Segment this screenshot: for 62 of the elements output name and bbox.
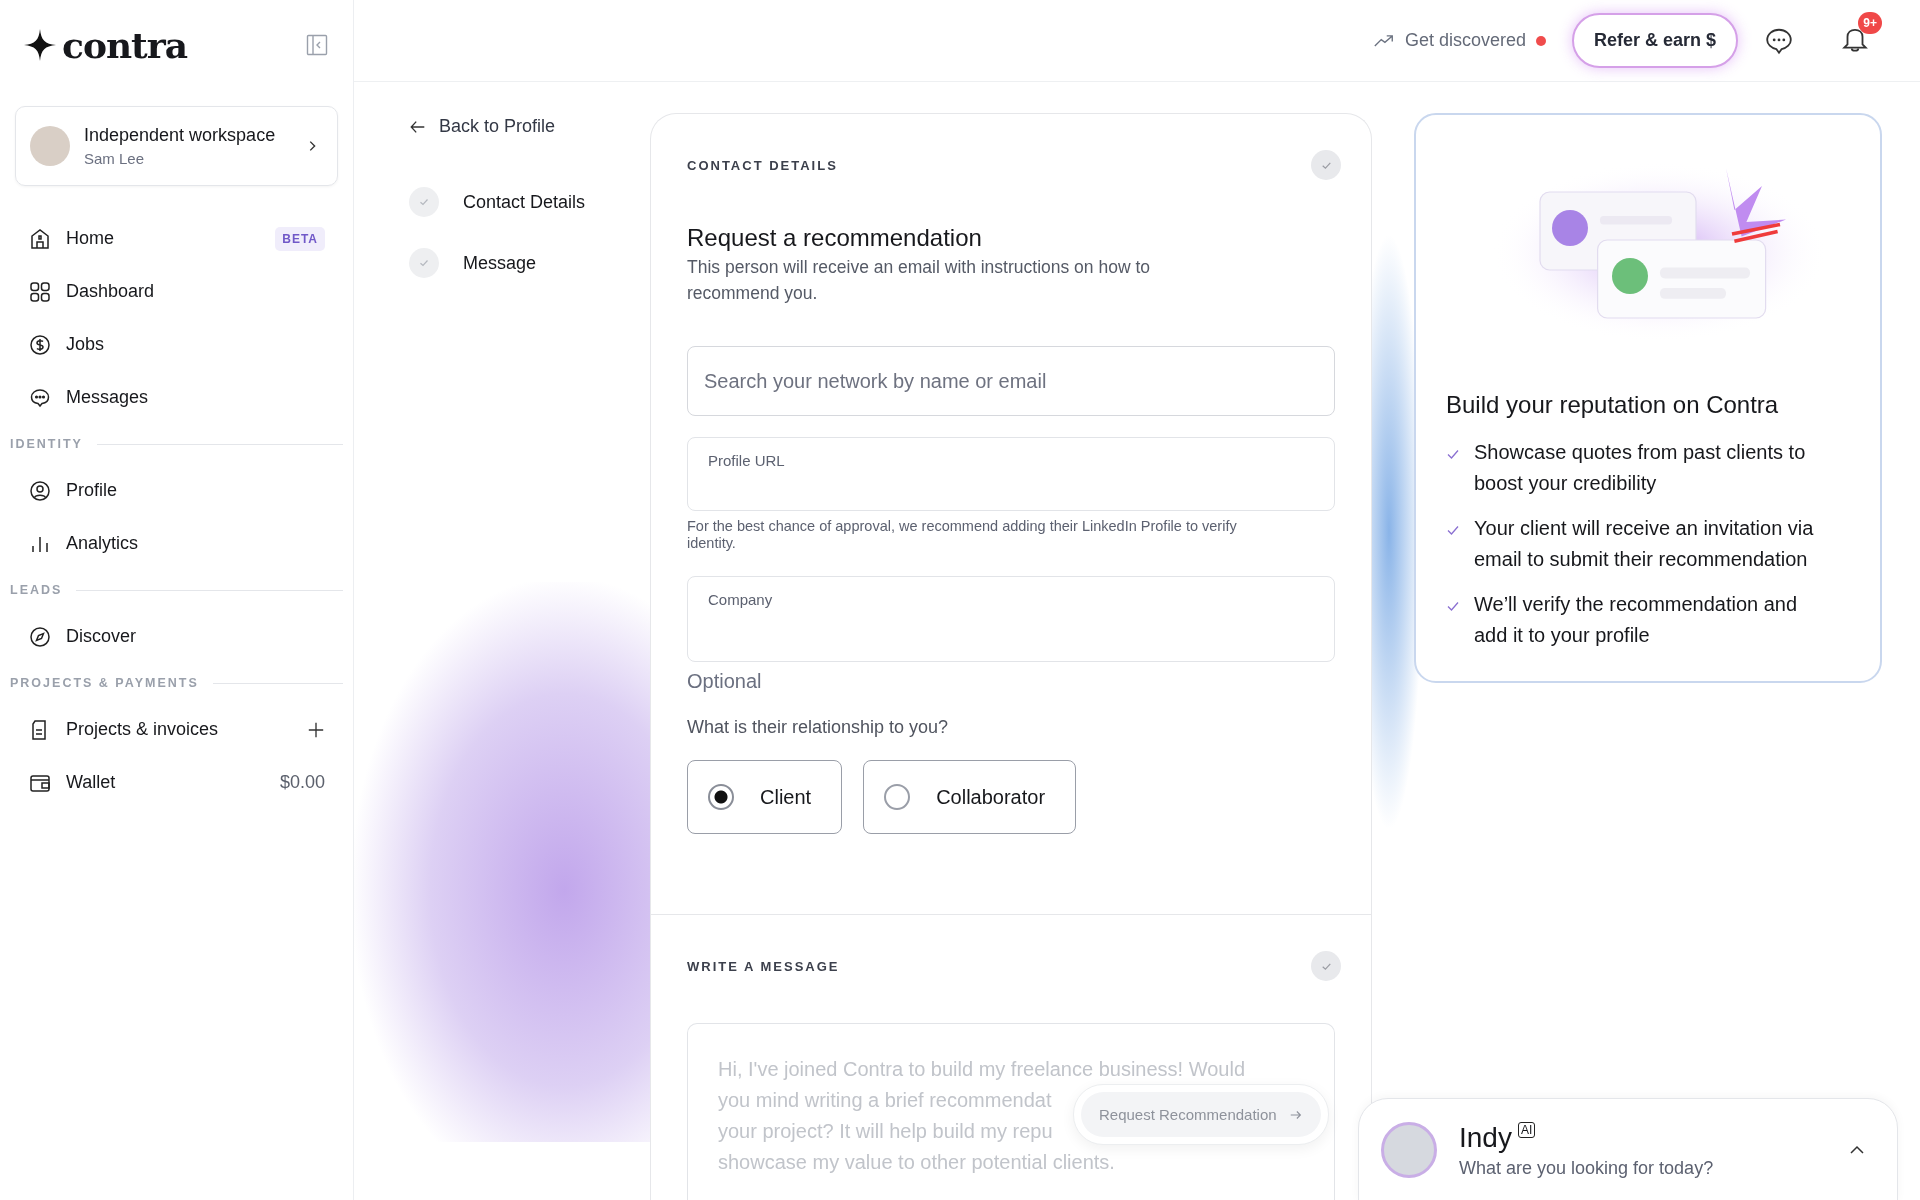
nav-link[interactable]: Messages <box>66 387 325 408</box>
step-link[interactable]: Message <box>463 252 537 274</box>
notification-badge: 9+ <box>1858 11 1882 34</box>
back-label: Back to Profile <box>439 116 556 137</box>
form-title: Request a recommendation <box>687 224 983 252</box>
house-icon <box>28 226 52 251</box>
relationship-question: What is their relationship to you? <box>687 717 950 738</box>
field-hint: For the best chance of approval, we recommend adding their LinkedIn Profile to verify identity. <box>687 518 1238 552</box>
nav-link[interactable]: Discover <box>66 626 325 647</box>
nav-link[interactable]: Projects & invoices <box>66 719 293 740</box>
benefit-text: We’ll verify the recommendation and add it to your profile <box>1474 592 1799 648</box>
workspace-switcher[interactable]: Independent workspace Sam Lee <box>15 106 338 186</box>
add-icon[interactable] <box>307 720 325 739</box>
assistant-prompt: What are you looking for today? <box>1459 1157 1715 1179</box>
section-title: CONTACT DETAILS <box>687 157 838 173</box>
assistant-name: Indy <box>1459 1121 1512 1154</box>
company-field[interactable]: Company <box>687 576 1335 662</box>
section-heading: IDENTITY <box>10 437 83 451</box>
check-icon <box>1446 523 1460 537</box>
refer-and-earn-button[interactable]: Refer & earn $ <box>1571 13 1738 68</box>
nav-link[interactable]: Profile <box>66 480 325 501</box>
step-link[interactable]: Contact Details <box>463 191 586 213</box>
section-heading: LEADS <box>10 583 63 597</box>
person-icon <box>28 478 52 503</box>
assistant-avatar <box>1381 1122 1437 1178</box>
compass-icon <box>28 624 52 649</box>
section-heading: PROJECTS & PAYMENTS <box>10 676 199 690</box>
logo-text: contra <box>62 24 188 66</box>
collapse-sidebar-icon[interactable] <box>305 33 329 57</box>
ai-badge: AI <box>1517 1121 1536 1138</box>
optional-hint: Optional <box>687 670 763 693</box>
contra-logo[interactable]: contra <box>24 24 188 66</box>
benefit-text: Your client will receive an invitation via email to submit their recommendation <box>1474 516 1815 572</box>
nav-link[interactable]: Jobs <box>66 334 325 355</box>
back-link[interactable]: Back to Profile <box>409 116 650 137</box>
radio-option[interactable]: Collaborator <box>863 760 1077 834</box>
sparkle-icon <box>24 29 56 61</box>
profile-url-field[interactable]: Profile URL <box>687 437 1335 511</box>
assistant-widget[interactable]: Indy AI What are you looking for today? <box>1358 1098 1898 1200</box>
trend-up-icon <box>1372 33 1395 48</box>
nav-link[interactable]: Wallet <box>66 772 266 793</box>
check-icon <box>1446 447 1460 461</box>
info-title: Build your reputation on Contra <box>1446 391 1780 419</box>
nav-link[interactable]: Home <box>66 228 262 249</box>
section-title: WRITE A MESSAGE <box>687 958 840 974</box>
beta-badge: BETA <box>275 226 325 251</box>
search-field[interactable]: Search your network by name or email <box>687 346 1335 416</box>
user-name: Sam Lee <box>84 150 146 167</box>
check-icon <box>1446 599 1460 613</box>
benefit-text: Showcase quotes from past clients to boost your credibility <box>1474 440 1807 496</box>
workspace-title: Independent workspace <box>84 125 277 146</box>
avatar <box>30 126 70 166</box>
form-description: This person will receive an email with instructions on how to recommend you. <box>687 256 1151 305</box>
wallet-balance: $0.00 <box>279 772 325 793</box>
dollar-icon <box>28 332 52 357</box>
radio-button[interactable] <box>708 784 734 810</box>
get-discovered-link[interactable]: Get discovered <box>1404 30 1526 51</box>
radio-option[interactable]: Client <box>687 760 843 834</box>
nav-link[interactable]: Analytics <box>66 533 325 554</box>
grid-icon <box>28 279 52 304</box>
nav-link[interactable]: Dashboard <box>66 281 325 302</box>
radio-button[interactable] <box>884 784 911 810</box>
